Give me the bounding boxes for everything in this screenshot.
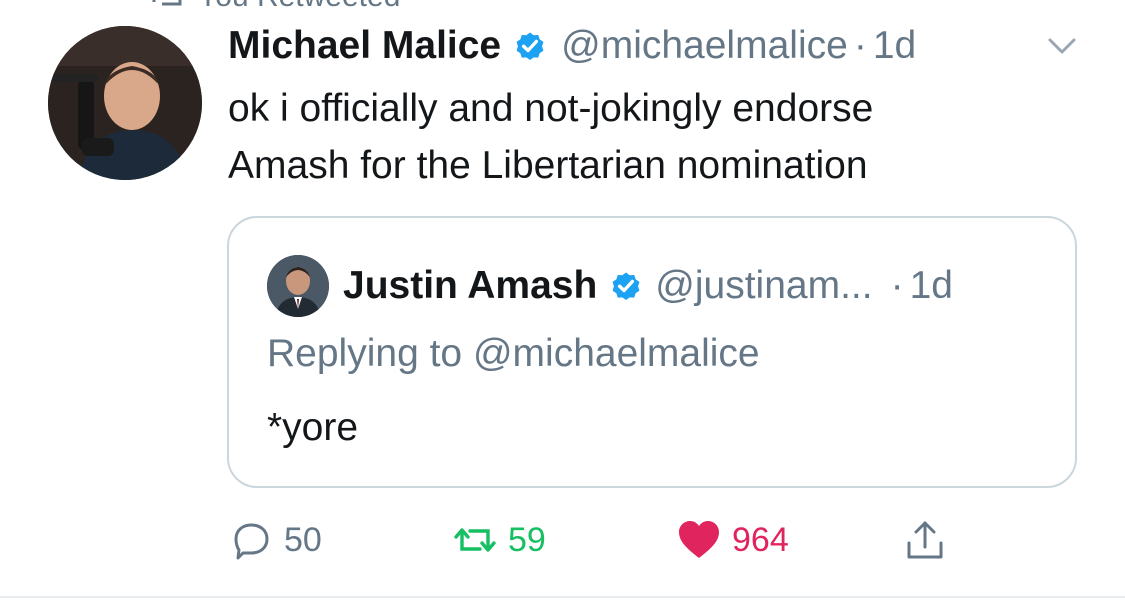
- quoted-tweet-card[interactable]: Justin Amash @justinam... · 1d Replying …: [227, 216, 1077, 488]
- verified-badge-icon: [612, 272, 640, 301]
- retweet-count: 59: [508, 520, 546, 559]
- quoted-meta-separator: ·: [890, 264, 904, 307]
- meta-separator: ·: [853, 24, 867, 67]
- chevron-down-icon[interactable]: [1044, 34, 1080, 58]
- retweet-context-label: You Retweeted: [198, 0, 400, 12]
- tweet-timestamp[interactable]: 1d: [873, 24, 916, 68]
- tweet-header: Michael Malice @michaelmalice · 1d: [228, 18, 916, 74]
- tweet-text: ok i officially and not-jokingly endorse…: [228, 80, 1088, 194]
- quoted-author-avatar[interactable]: [267, 255, 329, 317]
- reply-count: 50: [284, 520, 322, 559]
- divider: [0, 596, 1125, 598]
- tweet-text-line-2: Amash for the Libertarian nomination: [228, 144, 868, 187]
- quoted-tweet-header: Justin Amash @justinam... · 1d: [267, 255, 953, 317]
- share-icon: [907, 521, 943, 559]
- like-button[interactable]: 964: [676, 512, 789, 568]
- retweet-context: You Retweeted: [150, 0, 400, 12]
- like-count: 964: [732, 520, 789, 559]
- author-avatar[interactable]: [48, 26, 202, 180]
- retweet-icon: [454, 528, 496, 552]
- replying-to-label: Replying to: [267, 332, 473, 375]
- replying-to-handle[interactable]: @michaelmalice: [473, 332, 760, 375]
- heart-icon: [679, 521, 719, 558]
- author-handle[interactable]: @michaelmalice: [561, 24, 848, 68]
- reply-icon: [234, 523, 269, 560]
- reply-button[interactable]: 50: [228, 512, 322, 568]
- retweet-icon: [152, 0, 182, 6]
- quoted-author-handle[interactable]: @justinam...: [655, 264, 872, 308]
- tweet-text-line-1: ok i officially and not-jokingly endorse: [228, 87, 874, 130]
- verified-badge-icon: [516, 32, 544, 61]
- replying-to: Replying to @michaelmalice: [267, 332, 760, 376]
- quoted-tweet-text: *yore: [267, 406, 359, 449]
- quoted-author-name[interactable]: Justin Amash: [343, 264, 597, 308]
- retweet-button[interactable]: 59: [452, 512, 546, 568]
- share-button[interactable]: [902, 512, 948, 568]
- author-name[interactable]: Michael Malice: [228, 24, 501, 68]
- quoted-tweet-timestamp[interactable]: 1d: [910, 264, 953, 308]
